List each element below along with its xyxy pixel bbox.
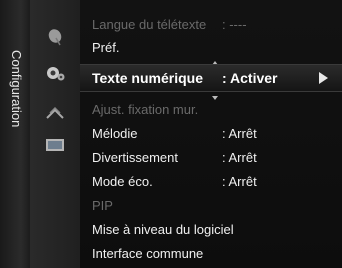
tv-screen-icon[interactable] (44, 136, 66, 154)
category-label: Configuration (9, 50, 24, 128)
menu-item-eco-mode[interactable]: Mode éco. : Arrêt (80, 170, 342, 192)
menu-item-value: : Arrêt (222, 174, 257, 189)
submenu-arrow-icon[interactable] (319, 72, 328, 84)
signal-antenna-icon[interactable] (44, 104, 66, 122)
menu-item-label: Divertissement (92, 150, 178, 165)
menu-item-label: Mode éco. (92, 174, 153, 189)
menu-item-value: : Arrêt (222, 150, 257, 165)
menu-item-digital-text[interactable]: Texte numérique : Activer (80, 64, 342, 92)
gear-icon[interactable] (44, 64, 66, 82)
menu-item-label: Préf. (92, 40, 120, 55)
menu-item-teletext-language: Langue du télétexte : ---- (80, 13, 342, 35)
satellite-dish-icon[interactable] (44, 28, 66, 46)
menu-item-label: Texte numérique (92, 70, 203, 86)
menu-item-software-upgrade[interactable]: Mise à niveau du logiciel (80, 218, 342, 240)
menu-item-label: Mise à niveau du logiciel (92, 222, 234, 237)
category-icon-column (30, 0, 111, 268)
menu-item-wall-mount: Ajust. fixation mur. (80, 98, 342, 120)
menu-item-melody[interactable]: Mélodie : Arrêt (80, 122, 342, 144)
configuration-menu: Langue du télétexte : ---- Préf. Texte n… (80, 0, 342, 268)
menu-item-label: Interface commune (92, 246, 204, 261)
category-tab[interactable]: Configuration (0, 0, 30, 268)
menu-item-value: : ---- (222, 17, 247, 32)
tv-menu-screen: Configuration Langue du télétexte: ----… (0, 0, 342, 268)
menu-item-pip: PIP (80, 194, 342, 216)
menu-item-label: Ajust. fixation mur. (92, 102, 199, 117)
menu-item-preferences[interactable]: Préf. (80, 36, 342, 58)
menu-item-label: PIP (92, 198, 113, 213)
menu-item-label: Langue du télétexte (92, 17, 207, 32)
menu-item-value: : Activer (222, 70, 278, 86)
menu-item-entertainment[interactable]: Divertissement : Arrêt (80, 146, 342, 168)
menu-item-common-interface[interactable]: Interface commune (80, 242, 342, 264)
menu-item-label: Mélodie (92, 126, 138, 141)
menu-item-value: : Arrêt (222, 126, 257, 141)
